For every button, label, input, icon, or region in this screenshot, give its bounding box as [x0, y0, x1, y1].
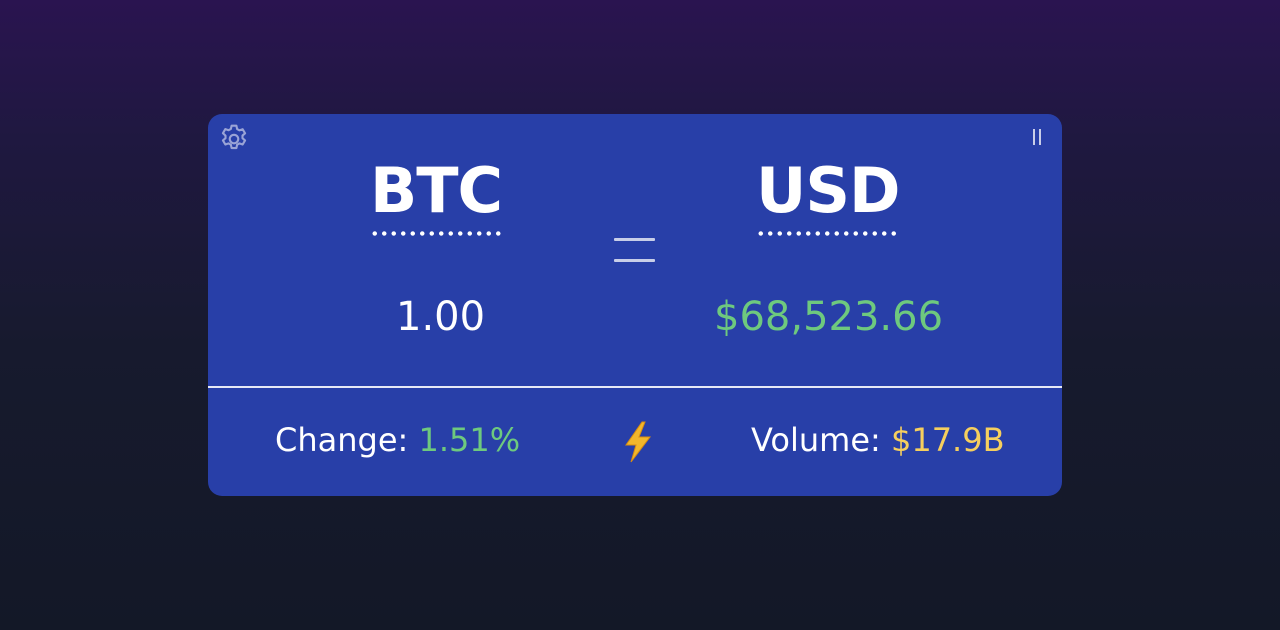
- pause-button[interactable]: [1028, 129, 1046, 149]
- dotted-underline: [370, 231, 503, 236]
- to-currency-label: USD: [756, 154, 900, 227]
- from-amount[interactable]: 1.00: [396, 297, 485, 337]
- converted-amount: $68,523.66: [714, 294, 944, 340]
- from-currency-label: BTC: [370, 154, 503, 227]
- volume-label: Volume:: [751, 421, 881, 459]
- dotted-underline: [756, 231, 900, 236]
- change-value: 1.51%: [418, 421, 521, 459]
- pause-icon-bar: [1039, 129, 1041, 145]
- to-currency-selector[interactable]: USD: [756, 160, 900, 236]
- divider: [208, 386, 1062, 388]
- volume-value: $17.9B: [890, 421, 1005, 459]
- gear-icon: [221, 124, 247, 150]
- equals-icon: [614, 238, 655, 262]
- settings-button[interactable]: [216, 121, 252, 157]
- pause-icon: [1033, 129, 1035, 145]
- from-currency-selector[interactable]: BTC: [370, 160, 503, 236]
- lightning-bolt-icon: [625, 421, 652, 463]
- converter-widget: BTC USD 1.00 $68,523.66 Change: 1.51% Vo…: [208, 114, 1062, 496]
- change-stat: Change: 1.51%: [275, 424, 520, 456]
- change-label: Change:: [275, 421, 409, 459]
- volume-stat: Volume: $17.9B: [751, 424, 1005, 456]
